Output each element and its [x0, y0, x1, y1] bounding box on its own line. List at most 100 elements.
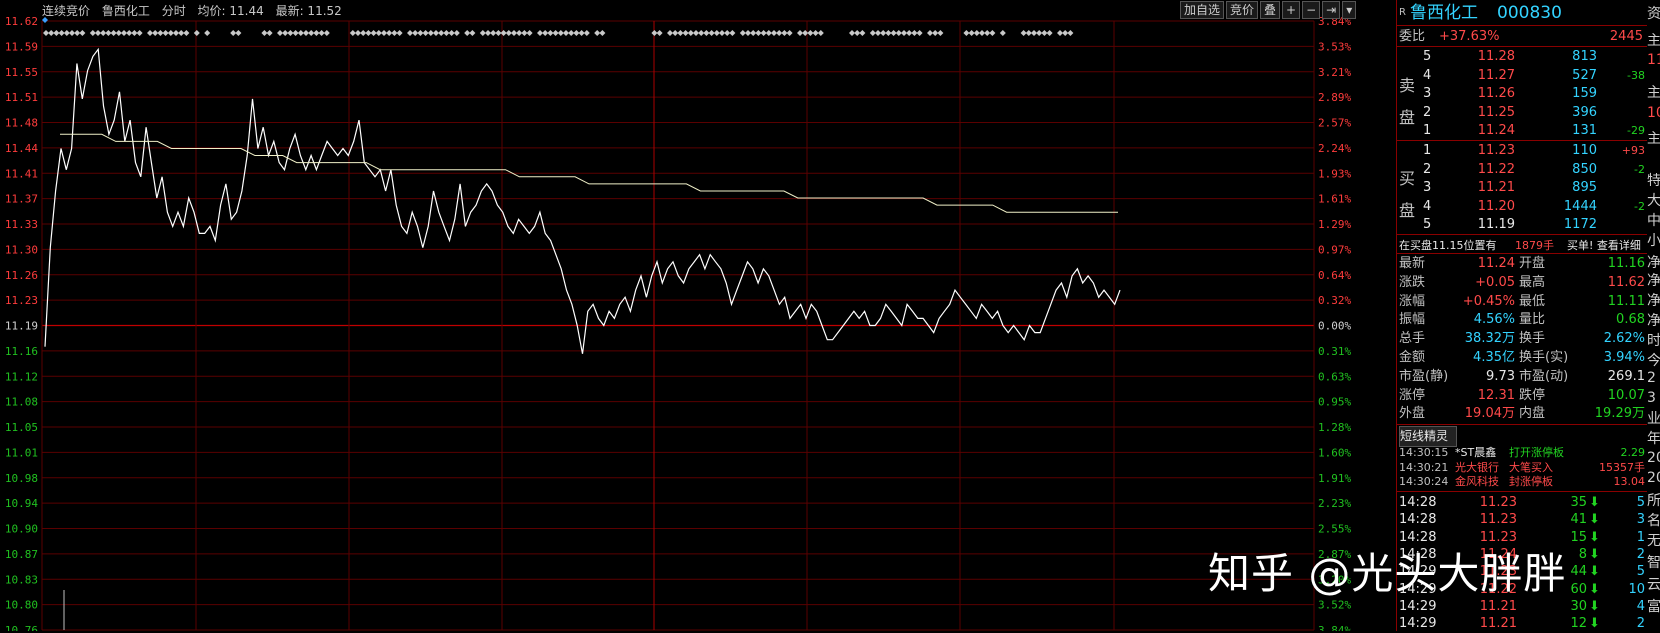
marker-diamond — [765, 30, 772, 36]
sprite-stock[interactable]: *ST晨鑫 — [1455, 445, 1507, 460]
tick-volume: 41 — [1570, 512, 1587, 528]
marker-diamond — [979, 30, 985, 36]
marker-diamond — [729, 30, 736, 36]
marker-diamond — [797, 30, 803, 36]
price-tick-label: 11.41 — [5, 167, 38, 180]
marker-diamond — [266, 30, 273, 36]
down-arrow-icon: ⬇ — [1589, 598, 1600, 614]
ask-volume: 131 — [1572, 123, 1597, 139]
pct-tick-label: 0.95% — [1318, 396, 1351, 409]
marker-diamond — [131, 30, 138, 36]
sprite-row: 14:30:24 金风科技 封涨停板 13.04 — [1397, 474, 1647, 489]
marker-diamond — [890, 30, 897, 36]
marker-diamond — [58, 30, 65, 36]
stat-row: 涨停 12.31 跌停 10.07 — [1397, 386, 1647, 405]
marker-diamond — [1031, 30, 1037, 36]
marker-diamond — [183, 30, 190, 36]
stat-value: 2.62% — [1603, 331, 1645, 347]
edge-column-label: 业 — [1647, 411, 1660, 427]
marker-diamond — [521, 30, 528, 36]
marker-diamond — [542, 30, 549, 36]
marker-diamond — [932, 30, 939, 36]
zoom-in-button[interactable]: + — [1282, 1, 1301, 19]
ask-level-num: 1 — [1423, 123, 1432, 139]
auction-button[interactable]: 竞价 — [1226, 1, 1259, 19]
separator — [1397, 491, 1647, 492]
marker-diamond — [370, 30, 377, 36]
watermark: 知乎 @光头大胖胖 — [1208, 549, 1567, 598]
stat-row: 涨幅 +0.45% 最低 11.11 — [1397, 292, 1647, 311]
stat-label: 最高 — [1519, 274, 1546, 290]
quote-panel: R 鲁西化工 000830 委比 +37.63% 2445 卖盘 5 11.28 813 4 11.2… — [1396, 0, 1660, 631]
stat-label: 涨跌 — [1399, 274, 1426, 290]
marker-diamond — [849, 30, 855, 36]
stat-label: 量比 — [1519, 312, 1546, 328]
tick-volume: 35 — [1570, 495, 1587, 510]
marker-diamond — [724, 30, 731, 36]
sprite-title: 短线精灵 — [1399, 426, 1457, 447]
pct-tick-label: 1.28% — [1318, 421, 1351, 434]
tick-price: 11.21 — [1479, 616, 1517, 632]
marker-diamond — [433, 30, 439, 36]
weibi-label: 委比 — [1399, 29, 1426, 44]
tick-row: 14:29 11.21 12 ⬇ 2 — [1397, 614, 1647, 633]
sprite-stock[interactable]: 金风科技 — [1455, 474, 1507, 489]
tick-price: 11.23 — [1479, 512, 1517, 528]
tick-extra: 1 — [1636, 529, 1645, 545]
marker-diamond — [511, 30, 517, 36]
marker-diamond — [485, 30, 491, 36]
marker-diamond — [547, 30, 554, 36]
overlay-button[interactable]: 叠 — [1260, 1, 1281, 19]
pct-tick-label: 3.84% — [1318, 624, 1351, 631]
bid-volume: 1444 — [1563, 198, 1597, 214]
marker-diamond — [578, 30, 585, 36]
ask-level-num: 2 — [1423, 104, 1432, 120]
intraday-chart-panel[interactable]: 11.62 11.59 11.55 11.51 11.48 11.44 11.41 11.37… — [0, 0, 1395, 631]
marker-diamond — [750, 30, 757, 36]
marker-diamond — [391, 30, 398, 36]
stat-row: 总手 38.32万 换手 2.62% — [1397, 329, 1647, 348]
weibi-row: 委比 +37.63% 2445 — [1397, 27, 1647, 46]
forward-button[interactable]: ⇥ — [1322, 1, 1341, 19]
marker-diamond — [282, 30, 289, 36]
tick-time: 14:29 — [1399, 616, 1437, 632]
marker-diamond — [599, 30, 606, 36]
stat-value: 38.32万 — [1464, 331, 1515, 347]
edge-column-label: 特 — [1647, 173, 1660, 189]
down-arrow-icon: ⬇ — [1589, 581, 1600, 597]
price-tick-label: 11.44 — [5, 142, 38, 155]
dropdown-icon[interactable]: ▾ — [1342, 1, 1357, 19]
stat-label: 振幅 — [1399, 312, 1426, 328]
last-price-label: 最新: 11.52 — [275, 4, 342, 18]
zoom-out-button[interactable]: − — [1302, 1, 1321, 19]
ask-price: 11.27 — [1477, 67, 1515, 83]
price-tick-label: 10.87 — [5, 548, 38, 561]
edge-column-label: 年 — [1647, 431, 1660, 447]
stat-row: 金额 4.35亿 换手(实) 3.94% — [1397, 348, 1647, 367]
weibi-value: +37.63% — [1439, 29, 1500, 44]
price-tick-label: 11.01 — [5, 446, 38, 459]
marker-diamond — [261, 30, 268, 36]
stock-code: 000830 — [1497, 3, 1562, 23]
edge-column-label: 2 — [1647, 370, 1656, 386]
ask-volume: 813 — [1572, 49, 1597, 64]
ask-volume: 159 — [1572, 86, 1597, 102]
sprite-stock[interactable]: 光大银行 — [1455, 460, 1507, 475]
ask-level-row: 3 11.26 159 — [1397, 84, 1647, 103]
edge-column-label: 所 — [1647, 493, 1660, 509]
stat-label: 总手 — [1399, 331, 1426, 347]
marker-diamond — [781, 30, 788, 36]
ask-level-row: 2 11.25 396 — [1397, 103, 1647, 122]
down-arrow-icon: ⬇ — [1589, 564, 1600, 580]
marker-diamond — [677, 30, 684, 36]
stat-value: 0.68 — [1616, 312, 1645, 328]
intraday-chart[interactable]: 11.62 11.59 11.55 11.51 11.48 11.44 11.41 11.37… — [0, 0, 1395, 631]
bid-level-num: 5 — [1423, 217, 1432, 233]
marker-diamond — [204, 30, 211, 36]
stat-label: 市盈(静) — [1399, 368, 1449, 384]
price-tick-label: 11.19 — [5, 320, 38, 333]
add-favorite-button[interactable]: 加自选 — [1180, 1, 1225, 19]
tick-extra: 2 — [1636, 546, 1645, 562]
ask-level-row: 1 11.24 131 -29 — [1397, 121, 1647, 140]
marker-diamond — [147, 30, 153, 36]
